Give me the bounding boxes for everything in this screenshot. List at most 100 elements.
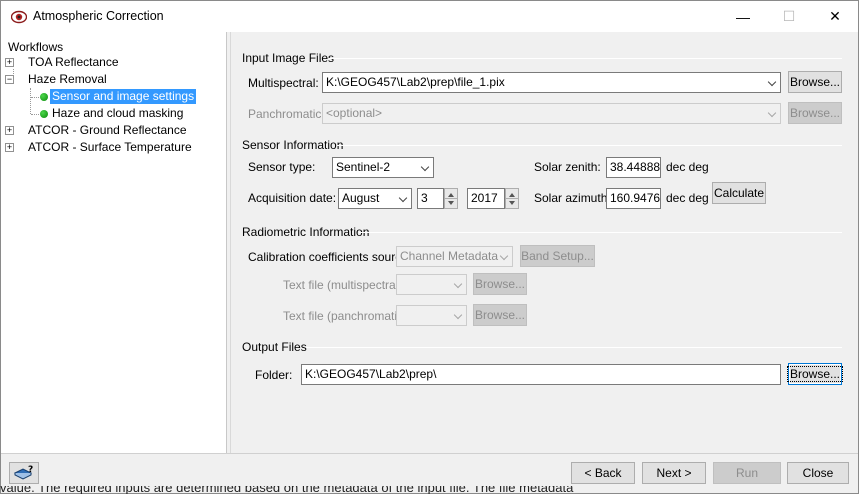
run-button[interactable]: Run [713, 462, 781, 484]
minimize-button[interactable]: — [720, 1, 766, 32]
tree-connector [31, 114, 39, 115]
spin-down-icon[interactable] [448, 201, 454, 205]
settings-panel: Input Image Files Multispectral: K:\GEOG… [230, 32, 858, 453]
group-divider [306, 347, 842, 348]
atmospheric-correction-window: Atmospheric Correction — ☐ ✕ Workflows +… [0, 0, 859, 494]
solar-azimuth-label: Solar azimuth: [534, 191, 611, 205]
tree-item-atcor-surface-temperature[interactable]: ATCOR - Surface Temperature [26, 140, 194, 155]
day-spinner[interactable] [444, 188, 458, 209]
text-file-multispectral-label: Text file (multispectral): [283, 278, 406, 292]
collapse-haze-icon[interactable]: − [5, 75, 14, 84]
output-folder-input[interactable]: K:\GEOG457\Lab2\prep\ [301, 364, 781, 385]
maximize-icon: ☐ [782, 8, 796, 24]
tree-item-haze-removal[interactable]: Haze Removal [26, 72, 109, 87]
tree-item-sensor-image-settings[interactable]: Sensor and image settings [50, 89, 197, 104]
status-complete-icon [40, 110, 48, 118]
spin-up-icon[interactable] [509, 193, 515, 197]
group-divider [329, 58, 842, 59]
year-spinner[interactable] [505, 188, 519, 209]
input-group-title: Input Image Files [242, 51, 335, 65]
browse-output-folder-button[interactable]: Browse... [787, 363, 844, 385]
browse-panchromatic-button[interactable]: Browse... [788, 102, 842, 124]
panchromatic-label: Panchromatic: [248, 107, 325, 121]
calibration-source-label: Calibration coefficients source [248, 250, 408, 264]
close-window-button[interactable]: ✕ [812, 1, 858, 32]
next-button[interactable]: Next > [642, 462, 706, 484]
sensor-type-combo[interactable]: Sentinel-2 [332, 157, 434, 178]
output-group-title: Output Files [242, 340, 307, 354]
solar-azimuth-value: 160.94760 [610, 191, 661, 205]
band-setup-label: Band Setup... [521, 249, 594, 263]
chevron-down-icon [499, 251, 509, 261]
expand-atcor-surface-icon[interactable]: + [5, 143, 14, 152]
panchromatic-value: <optional> [326, 106, 383, 120]
window-title: Atmospheric Correction [33, 9, 164, 23]
minimize-icon: — [736, 8, 750, 25]
spin-down-icon[interactable] [509, 201, 515, 205]
text-file-multispectral-combo[interactable] [396, 274, 467, 295]
close-label: Close [802, 466, 834, 480]
sensor-type-label: Sensor type: [248, 160, 316, 174]
text-file-panchromatic-label: Text file (panchromatic): [283, 309, 411, 323]
multispectral-value: K:\GEOG457\Lab2\prep\file_1.pix [326, 75, 505, 89]
next-label: Next > [656, 466, 692, 480]
browse-label: Browse... [787, 366, 844, 382]
text-file-panchromatic-combo[interactable] [396, 305, 467, 326]
expand-atcor-ground-icon[interactable]: + [5, 126, 14, 135]
help-book-icon: ? [13, 464, 35, 483]
group-divider [337, 145, 842, 146]
tree-item-toa-reflectance[interactable]: TOA Reflectance [26, 55, 121, 70]
folder-label: Folder: [255, 368, 293, 382]
calculate-button[interactable]: Calculate [712, 182, 766, 204]
browse-label: Browse... [474, 308, 525, 322]
year-input[interactable]: 2017 [467, 188, 505, 209]
sensor-group-title: Sensor Information [242, 138, 344, 152]
close-icon: ✕ [829, 8, 841, 24]
run-label: Run [735, 466, 758, 480]
multispectral-combo[interactable]: K:\GEOG457\Lab2\prep\file_1.pix [322, 72, 781, 93]
status-complete-icon [40, 93, 48, 101]
azimuth-unit: dec deg [666, 191, 709, 205]
solar-azimuth-input[interactable]: 160.94760 [606, 188, 661, 209]
browse-label: Browse... [789, 75, 840, 89]
day-input[interactable]: 3 [417, 188, 444, 209]
month-value: August [342, 191, 380, 205]
maximize-button[interactable]: ☐ [766, 1, 812, 32]
sensor-type-value: Sentinel-2 [336, 160, 391, 174]
tree-item-haze-cloud-masking[interactable]: Haze and cloud masking [50, 106, 185, 121]
band-setup-button[interactable]: Band Setup... [520, 245, 595, 267]
calibration-source-combo[interactable]: Channel Metadata [396, 246, 513, 267]
day-value: 3 [421, 191, 428, 205]
chevron-down-icon [767, 108, 777, 118]
title-bar: Atmospheric Correction — ☐ ✕ [1, 1, 858, 32]
browse-text-panchromatic-button[interactable]: Browse... [473, 304, 527, 326]
tree-root-workflows: Workflows [8, 40, 64, 54]
browse-text-multispectral-button[interactable]: Browse... [473, 273, 527, 295]
chevron-down-icon [420, 162, 430, 172]
acquisition-date-label: Acquisition date: [248, 191, 337, 205]
multispectral-label: Multispectral: [248, 76, 319, 90]
chevron-down-icon [398, 193, 408, 203]
help-button[interactable]: ? [9, 462, 39, 484]
panchromatic-combo[interactable]: <optional> [322, 103, 781, 124]
month-combo[interactable]: August [338, 188, 412, 209]
expand-toa-icon[interactable]: + [5, 58, 14, 67]
browse-label: Browse... [789, 106, 840, 120]
tree-connector [30, 88, 31, 114]
back-button[interactable]: < Back [571, 462, 635, 484]
back-label: < Back [584, 466, 622, 480]
spin-up-icon[interactable] [448, 193, 454, 197]
solar-zenith-input[interactable]: 38.448887 [606, 157, 661, 178]
year-value: 2017 [471, 191, 498, 205]
tree-item-atcor-ground-reflectance[interactable]: ATCOR - Ground Reflectance [26, 123, 189, 138]
app-eye-icon [10, 9, 28, 25]
browse-multispectral-button[interactable]: Browse... [788, 71, 842, 93]
solar-zenith-value: 38.448887 [610, 160, 661, 174]
chevron-down-icon [453, 310, 463, 320]
browse-label: Browse... [474, 277, 525, 291]
solar-zenith-label: Solar zenith: [534, 160, 601, 174]
svg-text:?: ? [28, 465, 33, 475]
radiometric-group-title: Radiometric Information [242, 225, 370, 239]
background-document-text: value. The required inputs are determine… [0, 486, 574, 494]
close-button[interactable]: Close [787, 462, 849, 484]
